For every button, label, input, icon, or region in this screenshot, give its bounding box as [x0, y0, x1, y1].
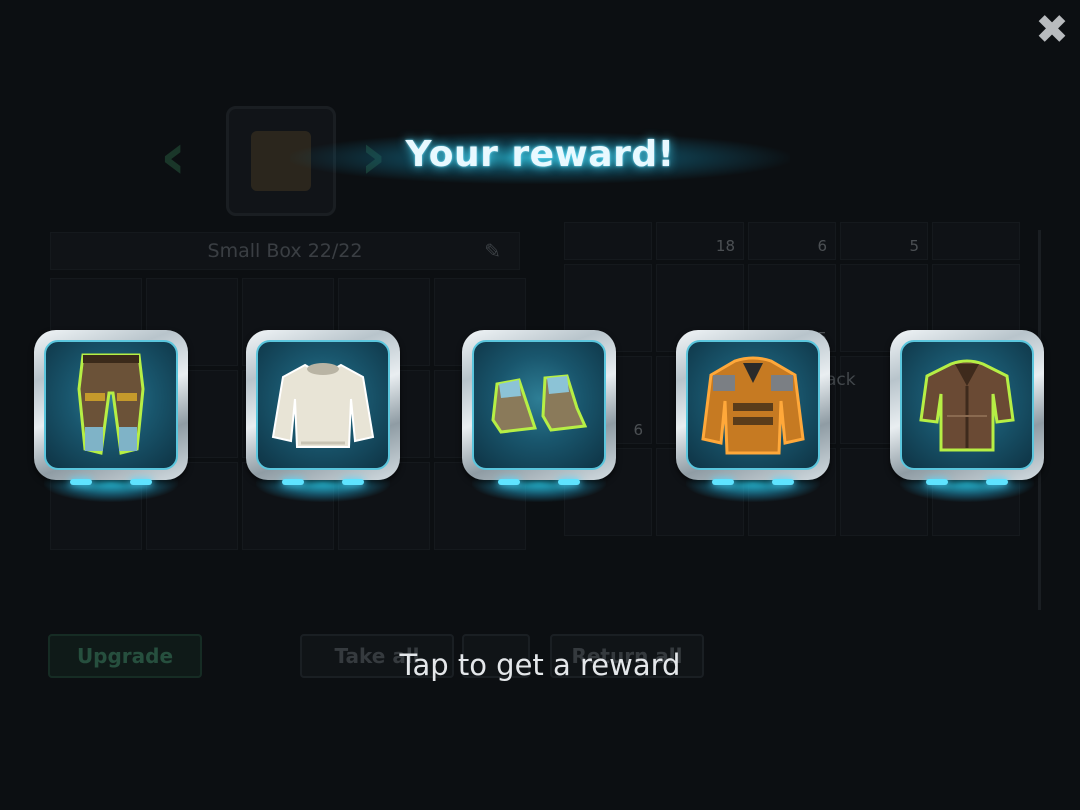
- grid-cell: [932, 222, 1020, 260]
- grid-cell: 6: [748, 222, 836, 260]
- card-light: [558, 479, 580, 485]
- item-count: 6: [633, 421, 643, 439]
- reward-card-sweater[interactable]: [246, 330, 400, 502]
- card-frame: [34, 330, 188, 480]
- item-count: 5: [909, 237, 919, 255]
- close-icon[interactable]: ✖: [1030, 8, 1074, 52]
- card-light: [986, 479, 1008, 485]
- box-title-bar: Small Box 22/22 ✎: [50, 232, 520, 270]
- card-slot: [472, 340, 606, 470]
- grid-cell: [564, 222, 652, 260]
- card-frame: [890, 330, 1044, 480]
- box-title: Small Box 22/22: [207, 240, 363, 262]
- card-frame: [462, 330, 616, 480]
- card-frame: [246, 330, 400, 480]
- reward-card-jacket[interactable]: [676, 330, 830, 502]
- card-light: [926, 479, 948, 485]
- grid-cell: 5: [840, 222, 928, 260]
- reward-card-boots[interactable]: [462, 330, 616, 502]
- card-slot: [900, 340, 1034, 470]
- card-light: [282, 479, 304, 485]
- pack-label: ack: [826, 370, 856, 390]
- dialog-title: Your reward!: [405, 134, 675, 175]
- sweater-icon: [271, 363, 375, 448]
- tap-to-get-reward-prompt[interactable]: Tap to get a reward: [0, 648, 1080, 682]
- grid-cell: 18: [656, 222, 744, 260]
- item-count: 18: [715, 237, 735, 255]
- reward-card-shirt[interactable]: [890, 330, 1044, 502]
- card-light: [712, 479, 734, 485]
- item-count: 6: [817, 237, 827, 255]
- edit-icon: ✎: [484, 239, 501, 263]
- card-light: [130, 479, 152, 485]
- card-frame: [676, 330, 830, 480]
- card-light: [498, 479, 520, 485]
- card-light: [70, 479, 92, 485]
- boots-icon: [491, 374, 588, 434]
- card-slot: [44, 340, 178, 470]
- jacket-icon: [701, 356, 805, 455]
- shirt-icon: [919, 359, 1015, 452]
- card-slot: [256, 340, 390, 470]
- card-light: [342, 479, 364, 485]
- card-light: [772, 479, 794, 485]
- pants-icon: [77, 353, 145, 455]
- card-slot: [686, 340, 820, 470]
- reward-card-pants[interactable]: [34, 330, 188, 502]
